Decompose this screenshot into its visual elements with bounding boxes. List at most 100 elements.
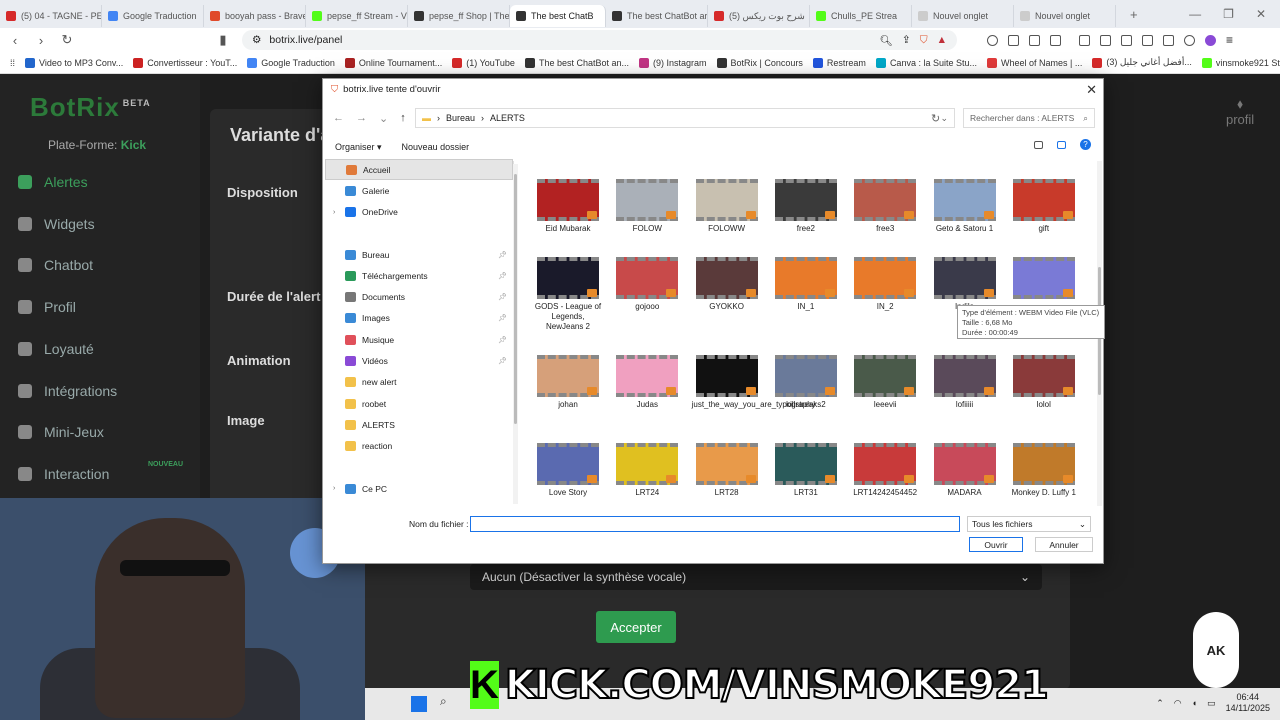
file-tile[interactable]: LRT14242454452 <box>850 443 920 498</box>
dialog-search-input[interactable]: Rechercher dans : ALERTS ⌕ <box>963 108 1095 128</box>
filetype-select[interactable]: Tous les fichiers ⌄ <box>967 516 1091 532</box>
extension-icon[interactable] <box>1008 34 1019 46</box>
file-tile[interactable]: free3 <box>850 179 920 234</box>
bookmark-item[interactable]: Wheel of Names | ... <box>986 57 1082 68</box>
tab-9[interactable]: Nouvel onglet <box>912 5 1014 27</box>
file-tile[interactable]: Geto & Satoru 1 <box>930 179 1000 234</box>
file-tile[interactable]: Judas <box>612 355 682 410</box>
bookmark-item[interactable]: (9) Instagram <box>639 57 707 68</box>
brave-rewards-icon[interactable]: ▲ <box>937 34 947 46</box>
filename-input[interactable] <box>470 516 960 532</box>
file-tile[interactable]: IN_1 <box>771 257 841 312</box>
wallet-icon[interactable] <box>1205 34 1216 46</box>
file-tile[interactable]: FOLOW <box>612 179 682 234</box>
expand-icon[interactable]: › <box>333 209 335 216</box>
file-tile[interactable]: killstreaks2 <box>771 355 841 410</box>
file-tile[interactable]: gift <box>1009 179 1079 234</box>
file-tile[interactable]: lofiiiii <box>930 355 1000 410</box>
refresh-icon[interactable]: ↻ <box>931 112 940 125</box>
tab-1[interactable]: Google Traduction <box>102 5 204 27</box>
nav-item[interactable]: Bureau 📌︎ <box>325 244 513 265</box>
maximize-icon[interactable]: ❐ <box>1223 7 1234 21</box>
file-tile[interactable]: GODS - League of Legends, NewJeans 2 <box>533 257 603 332</box>
file-tile[interactable]: lolol <box>1009 355 1079 410</box>
expand-icon[interactable]: › <box>333 485 335 492</box>
file-tile[interactable]: FOLOWW <box>692 179 762 234</box>
file-tile[interactable]: gojooo <box>612 257 682 312</box>
tab-6[interactable]: The best ChatBot ar <box>606 5 708 27</box>
file-tile[interactable]: Eid Mubarak <box>533 179 603 234</box>
path-bar[interactable]: ▬ › Bureau › ALERTS ⌄ <box>415 108 955 128</box>
site-info-icon[interactable]: ⚙ <box>252 34 261 46</box>
bookmark-item[interactable]: Google Traduction <box>247 57 335 68</box>
path-segment[interactable]: Bureau <box>446 113 475 123</box>
apps-icon[interactable]: ⁞⁞ <box>10 58 15 68</box>
file-tile[interactable]: Indila <box>930 257 1000 312</box>
forward-icon[interactable]: › <box>34 33 48 48</box>
bookmark-icon[interactable]: ▮ <box>216 32 230 48</box>
nav-item[interactable]: new alert <box>325 372 513 393</box>
file-tile[interactable]: Love Story <box>533 443 603 498</box>
file-tile[interactable]: free2 <box>771 179 841 234</box>
bookmark-item[interactable]: BotRix | Concours <box>716 57 803 68</box>
extension-icon[interactable] <box>1121 34 1132 46</box>
recent-icon[interactable]: ⌄ <box>379 112 388 125</box>
nav-item[interactable]: › Ce PC <box>325 478 513 499</box>
tab-5[interactable]: The best ChatB <box>510 5 606 27</box>
open-button[interactable]: Ouvrir <box>969 537 1023 552</box>
file-tile[interactable] <box>1009 257 1079 302</box>
file-tile[interactable]: GYOKKO <box>692 257 762 312</box>
extension-icon[interactable] <box>1142 34 1153 46</box>
nav-item[interactable]: Musique 📌︎ <box>325 329 513 350</box>
close-icon[interactable]: ✕ <box>1086 82 1097 98</box>
sidebar-icon[interactable] <box>1050 34 1061 46</box>
bookmark-item[interactable]: Online Tournament... <box>344 57 442 68</box>
bookmark-item[interactable]: Convertisseur : YouT... <box>133 57 237 68</box>
nav-scrollbar-thumb[interactable] <box>514 174 517 424</box>
botrix-logo[interactable]: BotRix BETA <box>30 92 151 123</box>
path-segment[interactable]: ALERTS <box>490 113 525 123</box>
nav-item[interactable]: roobet <box>325 393 513 414</box>
nav-item[interactable]: › OneDrive <box>325 202 513 223</box>
file-tile[interactable]: MADARA <box>930 443 1000 498</box>
extension-icon[interactable] <box>1163 34 1174 46</box>
minimize-icon[interactable]: — <box>1189 7 1201 21</box>
bookmark-item[interactable]: Video to MP3 Conv... <box>25 57 123 68</box>
back-icon[interactable]: ← <box>333 112 344 124</box>
organise-button[interactable]: Organiser ▾ <box>335 142 382 153</box>
up-icon[interactable]: ↑ <box>400 112 406 124</box>
bookmark-item[interactable]: (1) YouTube <box>452 57 515 68</box>
address-bar[interactable]: ⚙ botrix.live/panel 🔍︎ ⇪ ⛉ ▲ <box>242 30 957 50</box>
brave-shield-icon[interactable]: ⛉ <box>920 34 928 47</box>
windows-start-icon[interactable] <box>411 696 427 712</box>
nav-item[interactable]: Galerie <box>325 180 513 201</box>
nav-item[interactable]: Accueil <box>325 159 513 181</box>
tab-2[interactable]: booyah pass - Brave <box>204 5 306 27</box>
profile-link[interactable]: ⬧ profil <box>1226 96 1254 127</box>
file-tile[interactable]: just_the_way_you_are_typography <box>692 355 816 410</box>
menu-icon[interactable]: ≡ <box>1226 33 1233 47</box>
tab-0[interactable]: (5) 04 - TAGNE - PE <box>0 5 102 27</box>
extension-icon[interactable] <box>1100 34 1111 46</box>
vpn-icon[interactable] <box>1184 34 1195 46</box>
preview-pane-icon[interactable] <box>1057 140 1066 149</box>
accept-button[interactable]: Accepter <box>596 611 676 643</box>
nav-item[interactable]: Documents 📌︎ <box>325 286 513 307</box>
tab-4[interactable]: pepse_ff Shop | The <box>408 5 510 27</box>
nav-item[interactable]: Téléchargements 📌︎ <box>325 265 513 286</box>
sidebar-item-2[interactable]: Chatbot <box>18 257 93 273</box>
bookmark-item[interactable]: The best ChatBot an... <box>524 57 629 68</box>
bookmark-item[interactable]: Canva : la Suite Stu... <box>875 57 977 68</box>
help-icon[interactable]: ? <box>1080 139 1091 150</box>
file-tile[interactable]: LRT24 <box>612 443 682 498</box>
battery-icon[interactable]: ▭ <box>1207 698 1216 709</box>
sidebar-item-5[interactable]: Intégrations <box>18 383 117 399</box>
sidebar-item-6[interactable]: Mini-Jeux <box>18 424 104 440</box>
new-tab-icon[interactable]: + <box>1130 7 1138 22</box>
sidebar-item-7[interactable]: Interaction <box>18 466 109 482</box>
file-tile[interactable]: IN_2 <box>850 257 920 312</box>
view-mode-icon[interactable] <box>1034 140 1043 149</box>
tts-select[interactable]: Aucun (Désactiver la synthèse vocale) ⌄ <box>470 564 1042 590</box>
sidebar-item-1[interactable]: Widgets <box>18 216 95 232</box>
nav-item[interactable]: ALERTS <box>325 414 513 435</box>
